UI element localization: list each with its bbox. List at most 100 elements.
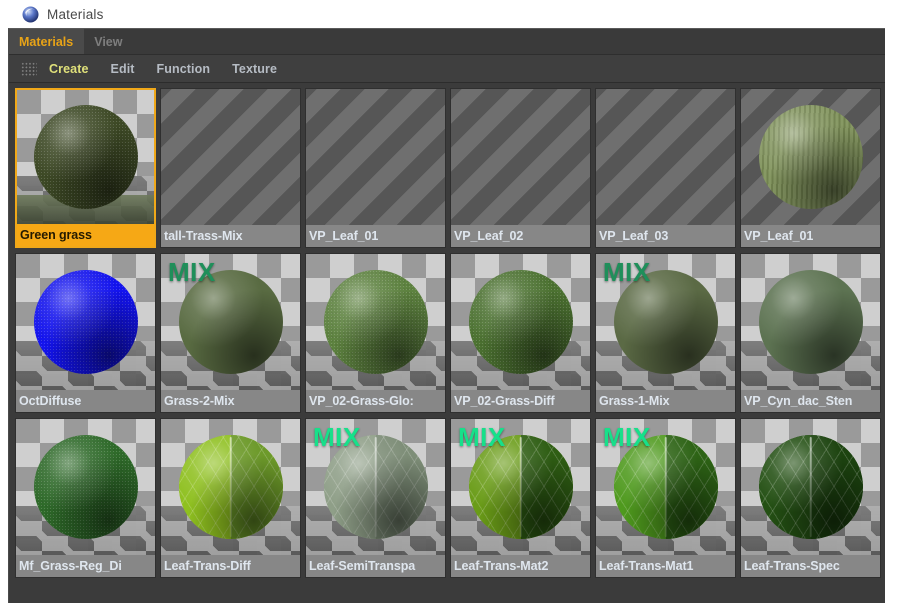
- tab-view[interactable]: View: [84, 29, 134, 54]
- material-cell[interactable]: tall-Trass-Mix: [160, 88, 301, 248]
- material-name-label: Green grass: [17, 224, 154, 246]
- mix-badge: MIX: [458, 422, 506, 452]
- menu-texture[interactable]: Texture: [232, 62, 277, 76]
- material-thumbnail: [16, 419, 155, 555]
- material-thumbnail: MIX: [596, 254, 735, 390]
- drag-grip-icon[interactable]: [21, 61, 37, 76]
- mix-badge: MIX: [313, 422, 361, 452]
- material-thumbnail: [161, 419, 300, 555]
- panel-menubar: Create Edit Function Texture: [9, 55, 885, 83]
- material-preview-sphere: [758, 435, 863, 539]
- sphere-shading: [468, 270, 573, 374]
- material-cell[interactable]: Green grass: [15, 88, 156, 248]
- material-name-label: VP_Leaf_02: [451, 225, 590, 247]
- material-name-label: Grass-2-Mix: [161, 390, 300, 412]
- material-name-label: Leaf-Trans-Spec: [741, 555, 880, 577]
- material-name-label: VP_Cyn_dac_Sten: [741, 390, 880, 412]
- material-name-label: Leaf-SemiTranspa: [306, 555, 445, 577]
- material-cell[interactable]: MIX Leaf-Trans-Mat1: [595, 418, 736, 578]
- material-row: Mf_Grass-Reg_Di Leaf-Trans-Diff MIX Leaf-Se…: [15, 418, 885, 583]
- cinema4d-sphere-icon: [22, 6, 39, 22]
- material-thumbnail: [741, 89, 880, 225]
- material-name-label: VP_02-Grass-Diff: [451, 390, 590, 412]
- material-name-label: Mf_Grass-Reg_Di: [16, 555, 155, 577]
- unrendered-stripe-background: [451, 89, 590, 225]
- material-preview-sphere: [33, 105, 138, 209]
- sphere-shading: [33, 270, 138, 374]
- material-thumbnail: [596, 89, 735, 225]
- mix-badge: MIX: [603, 257, 651, 287]
- material-name-label: VP_Leaf_03: [596, 225, 735, 247]
- tab-materials-label: Materials: [19, 34, 74, 49]
- material-cell[interactable]: MIX Leaf-SemiTranspa: [305, 418, 446, 578]
- material-cell[interactable]: Leaf-Trans-Spec: [740, 418, 881, 578]
- material-preview-sphere: [178, 435, 283, 539]
- menu-function[interactable]: Function: [157, 62, 211, 76]
- material-cell[interactable]: VP_Leaf_01: [305, 88, 446, 248]
- tab-materials[interactable]: Materials: [9, 29, 85, 54]
- window-titlebar: Materials: [0, 0, 900, 28]
- unrendered-stripe-background: [596, 89, 735, 225]
- material-preview-sphere: [758, 105, 863, 209]
- material-preview-sphere: [33, 270, 138, 374]
- sphere-shading: [758, 105, 863, 209]
- sphere-shading: [758, 435, 863, 539]
- material-cell[interactable]: VP_02-Grass-Diff: [450, 253, 591, 413]
- material-cell[interactable]: OctDiffuse: [15, 253, 156, 413]
- menu-edit[interactable]: Edit: [111, 62, 135, 76]
- sphere-shading: [33, 435, 138, 539]
- material-name-label: VP_Leaf_01: [306, 225, 445, 247]
- sphere-shading: [758, 270, 863, 374]
- material-name-label: tall-Trass-Mix: [161, 225, 300, 247]
- material-name-label: VP_Leaf_01: [741, 225, 880, 247]
- sphere-shading: [323, 270, 428, 374]
- material-name-label: Leaf-Trans-Mat2: [451, 555, 590, 577]
- material-grid: Green grass tall-Trass-Mix VP_Leaf_01 VP_Le…: [9, 83, 885, 583]
- sphere-shading: [33, 105, 138, 209]
- material-cell[interactable]: VP_02-Grass-Glo:: [305, 253, 446, 413]
- material-thumbnail: [16, 254, 155, 390]
- material-name-label: VP_02-Grass-Glo:: [306, 390, 445, 412]
- sphere-shading: [178, 435, 283, 539]
- material-cell[interactable]: MIX Grass-1-Mix: [595, 253, 736, 413]
- material-thumbnail: [17, 90, 154, 224]
- material-thumbnail: [161, 89, 300, 225]
- tabstrip-filler: [133, 29, 885, 54]
- material-row: OctDiffuse MIX Grass-2-Mix VP_02-Grass-Glo:…: [15, 253, 885, 418]
- mix-badge: MIX: [603, 422, 651, 452]
- panel-tabstrip: Materials View: [9, 29, 885, 55]
- material-row: Green grass tall-Trass-Mix VP_Leaf_01 VP_Le…: [15, 88, 885, 253]
- material-cell[interactable]: VP_Cyn_dac_Sten: [740, 253, 881, 413]
- mix-badge: MIX: [168, 257, 216, 287]
- tab-view-label: View: [94, 34, 123, 49]
- material-name-label: Grass-1-Mix: [596, 390, 735, 412]
- materials-panel: Materials View Create Edit Function Text…: [8, 28, 885, 603]
- material-name-label: Leaf-Trans-Diff: [161, 555, 300, 577]
- unrendered-stripe-background: [161, 89, 300, 225]
- unrendered-stripe-background: [306, 89, 445, 225]
- material-preview-sphere: [33, 435, 138, 539]
- material-preview-sphere: [758, 270, 863, 374]
- material-cell[interactable]: Leaf-Trans-Diff: [160, 418, 301, 578]
- material-name-label: Leaf-Trans-Mat1: [596, 555, 735, 577]
- menu-create[interactable]: Create: [49, 62, 89, 76]
- material-cell[interactable]: MIX Leaf-Trans-Mat2: [450, 418, 591, 578]
- material-preview-sphere: [323, 270, 428, 374]
- material-thumbnail: [451, 89, 590, 225]
- material-cell[interactable]: VP_Leaf_02: [450, 88, 591, 248]
- material-thumbnail: MIX: [451, 419, 590, 555]
- material-name-label: OctDiffuse: [16, 390, 155, 412]
- material-thumbnail: MIX: [596, 419, 735, 555]
- material-cell[interactable]: VP_Leaf_01: [740, 88, 881, 248]
- material-thumbnail: [741, 254, 880, 390]
- material-thumbnail: [741, 419, 880, 555]
- material-preview-sphere: [468, 270, 573, 374]
- material-cell[interactable]: Mf_Grass-Reg_Di: [15, 418, 156, 578]
- material-thumbnail: [451, 254, 590, 390]
- material-thumbnail: MIX: [306, 419, 445, 555]
- material-thumbnail: MIX: [161, 254, 300, 390]
- material-cell[interactable]: VP_Leaf_03: [595, 88, 736, 248]
- material-thumbnail: [306, 89, 445, 225]
- material-cell[interactable]: MIX Grass-2-Mix: [160, 253, 301, 413]
- window-title: Materials: [47, 6, 104, 22]
